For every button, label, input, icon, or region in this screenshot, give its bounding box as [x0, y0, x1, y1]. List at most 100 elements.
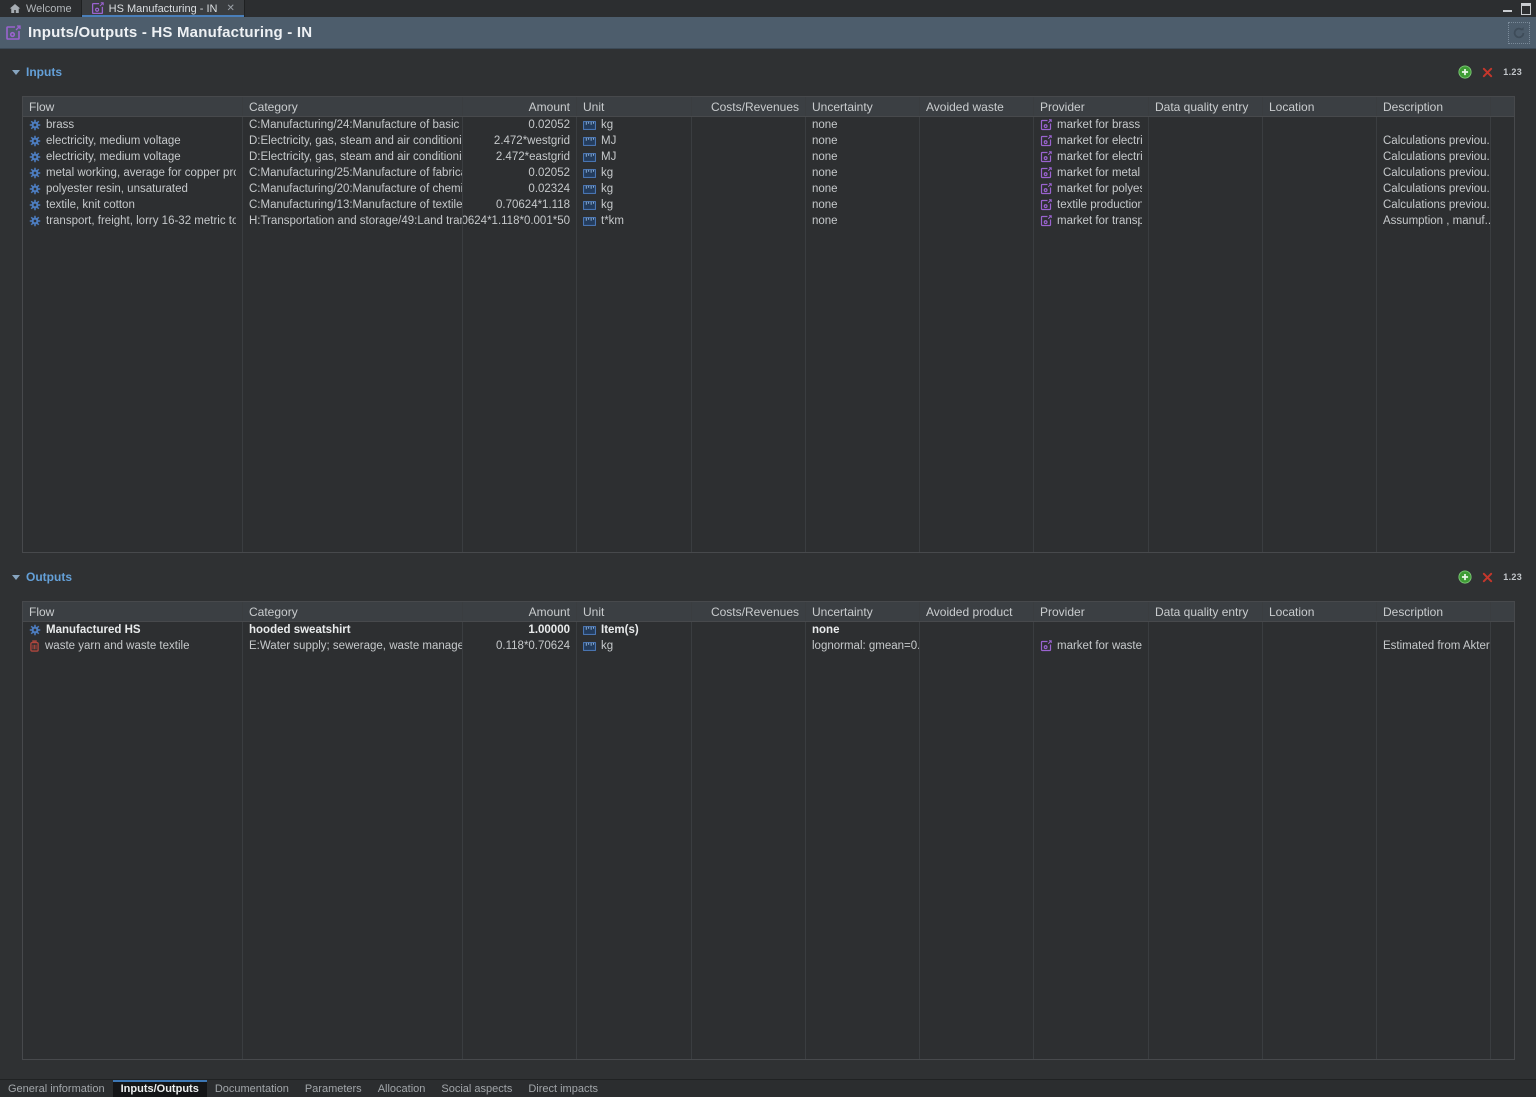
unit-icon [583, 152, 596, 162]
cell-unit: MJ [577, 133, 692, 149]
tab-hs-manufacturing[interactable]: HS Manufacturing - IN ✕ [80, 0, 245, 17]
cell-uncertainty: lognormal: gmean=0... [806, 638, 920, 654]
cell-amount: 0.70624*1.118 [463, 197, 577, 213]
column-header-unit[interactable]: Unit [577, 602, 692, 621]
column-header-location[interactable]: Location [1263, 97, 1377, 116]
table-row[interactable]: brass C:Manufacturing/24:Manufacture of b… [23, 117, 1514, 133]
cell-avoided [920, 117, 1034, 133]
delete-input-button[interactable] [1482, 67, 1493, 78]
column-header-avoided-product[interactable]: Avoided product [920, 602, 1034, 621]
column-header-data-quality-entry[interactable]: Data quality entry [1149, 602, 1263, 621]
column-header-filler [1491, 97, 1516, 116]
add-input-button[interactable] [1458, 65, 1472, 79]
minimize-icon[interactable] [1503, 7, 1512, 12]
column-header-costs-revenues[interactable]: Costs/Revenues [692, 97, 806, 116]
product-flow-icon [29, 119, 41, 131]
outputs-table: Flow Category Amount Unit Costs/Revenues Unce… [22, 601, 1515, 1060]
cell-description: Calculations previou... [1377, 181, 1491, 197]
cell-costs [692, 622, 806, 638]
waste-flow-icon [29, 640, 40, 652]
column-header-category[interactable]: Category [243, 602, 463, 621]
cell-costs [692, 638, 806, 654]
close-tab-icon[interactable]: ✕ [226, 3, 234, 14]
product-flow-icon [29, 624, 41, 636]
cell-unit: kg [577, 181, 692, 197]
cell-category: C:Manufacturing/13:Manufacture of textil… [243, 197, 463, 213]
process-icon [1040, 167, 1052, 179]
tab-welcome-label: Welcome [26, 2, 72, 15]
column-header-data-quality-entry[interactable]: Data quality entry [1149, 97, 1263, 116]
cell-unit: MJ [577, 149, 692, 165]
column-header-flow[interactable]: Flow [23, 97, 243, 116]
refresh-button[interactable] [1508, 22, 1530, 44]
tab-documentation[interactable]: Documentation [207, 1080, 297, 1097]
cell-amount: 0.02324 [463, 181, 577, 197]
add-output-button[interactable] [1458, 570, 1472, 584]
cell-description: Assumption , manuf... [1377, 213, 1491, 229]
cell-location [1263, 133, 1377, 149]
column-header-location[interactable]: Location [1263, 602, 1377, 621]
number-format-button[interactable]: 1.23 [1503, 572, 1522, 582]
number-format-button[interactable]: 1.23 [1503, 67, 1522, 77]
filler-cell [1377, 229, 1491, 552]
inputs-section-title: Inputs [26, 65, 62, 79]
filler-cell [463, 654, 577, 1059]
filler-cell [1034, 229, 1149, 552]
column-header-amount[interactable]: Amount [463, 97, 577, 116]
column-header-flow[interactable]: Flow [23, 602, 243, 621]
tab-active-label: HS Manufacturing - IN [108, 2, 218, 15]
tab-social-aspects[interactable]: Social aspects [433, 1080, 520, 1097]
tab-direct-impacts[interactable]: Direct impacts [520, 1080, 606, 1097]
column-header-provider[interactable]: Provider [1034, 602, 1149, 621]
column-header-unit[interactable]: Unit [577, 97, 692, 116]
table-row[interactable]: textile, knit cotton C:Manufacturing/13:M… [23, 197, 1514, 213]
cell-flow: textile, knit cotton [23, 197, 243, 213]
table-row[interactable]: metal working, average for copper produc… [23, 165, 1514, 181]
table-row[interactable]: transport, freight, lorry 16-32 metric t… [23, 213, 1514, 229]
collapse-arrow-icon[interactable] [12, 69, 20, 75]
filler-cell [23, 229, 243, 552]
cell-description: Calculations previou... [1377, 197, 1491, 213]
cell-unit: t*km [577, 213, 692, 229]
table-row[interactable]: Manufactured HS hooded sweatshirt 1.00000 I… [23, 622, 1514, 638]
column-header-description[interactable]: Description [1377, 97, 1491, 116]
unit-icon [583, 200, 596, 210]
column-header-uncertainty[interactable]: Uncertainty [806, 602, 920, 621]
tab-welcome[interactable]: Welcome [0, 0, 81, 17]
column-header-avoided-waste[interactable]: Avoided waste [920, 97, 1034, 116]
table-row[interactable]: waste yarn and waste textile E:Water supp… [23, 638, 1514, 654]
cell-data-quality [1149, 213, 1263, 229]
cell-provider [1034, 622, 1149, 638]
filler-cell [920, 654, 1034, 1059]
outputs-column-header-row: Flow Category Amount Unit Costs/Revenues Unce… [23, 602, 1514, 622]
filler-cell [463, 229, 577, 552]
maximize-icon[interactable] [1521, 3, 1531, 15]
column-header-description[interactable]: Description [1377, 602, 1491, 621]
delete-output-button[interactable] [1482, 572, 1493, 583]
unit-icon [583, 641, 596, 651]
tab-allocation[interactable]: Allocation [370, 1080, 434, 1097]
cell-location [1263, 165, 1377, 181]
cell-filler [1491, 149, 1516, 165]
cell-description: Calculations previou... [1377, 165, 1491, 181]
column-header-uncertainty[interactable]: Uncertainty [806, 97, 920, 116]
cell-description [1377, 117, 1491, 133]
collapse-arrow-icon[interactable] [12, 574, 20, 580]
cell-data-quality [1149, 117, 1263, 133]
cell-unit: kg [577, 117, 692, 133]
column-header-category[interactable]: Category [243, 97, 463, 116]
cell-costs [692, 213, 806, 229]
cell-category: E:Water supply; sewerage, waste manageme… [243, 638, 463, 654]
table-row[interactable]: electricity, medium voltage D:Electricity… [23, 149, 1514, 165]
column-header-costs-revenues[interactable]: Costs/Revenues [692, 602, 806, 621]
product-flow-icon [29, 167, 41, 179]
cell-amount: 1.00000 [463, 622, 577, 638]
table-row[interactable]: electricity, medium voltage D:Electricity… [23, 133, 1514, 149]
column-header-provider[interactable]: Provider [1034, 97, 1149, 116]
tab-general-information[interactable]: General information [0, 1080, 113, 1097]
column-header-amount[interactable]: Amount [463, 602, 577, 621]
table-row[interactable]: polyester resin, unsaturated C:Manufactur… [23, 181, 1514, 197]
tab-inputs-outputs[interactable]: Inputs/Outputs [112, 1080, 207, 1097]
process-icon [1040, 135, 1052, 147]
tab-parameters[interactable]: Parameters [297, 1080, 370, 1097]
